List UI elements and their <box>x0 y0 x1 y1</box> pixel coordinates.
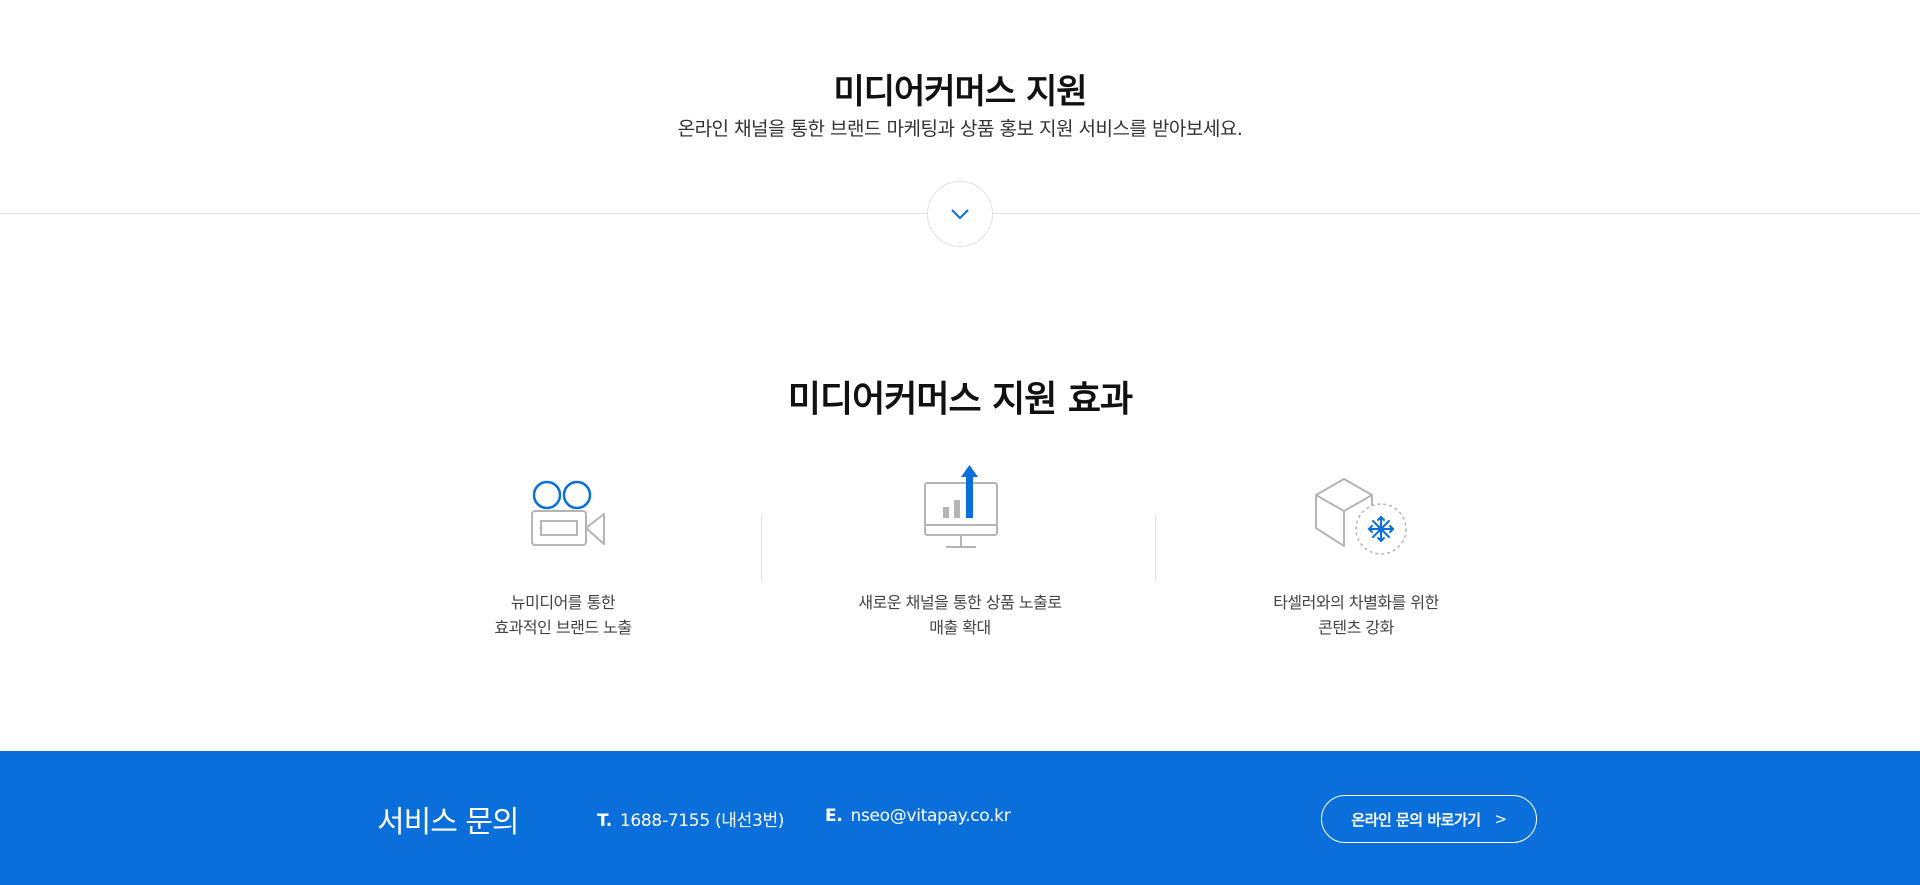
phone-value: 1688-7155 (내선3번) <box>619 811 785 831</box>
effect-caption-line1: 타셀러와의 차별화를 위한 <box>1273 593 1439 612</box>
footer-email: E. nseo@vitapay.co.kr <box>825 806 1011 826</box>
effect-caption-line1: 새로운 채널을 통한 상품 노출로 <box>858 593 1062 612</box>
effect-caption-line1: 뉴미디어를 통한 <box>510 593 616 612</box>
page-subtitle: 온라인 채널을 통한 브랜드 마케팅과 상품 홍보 지원 서비스를 받아보세요. <box>677 118 1243 140</box>
column-divider <box>1155 515 1156 581</box>
effect-item-content-enhancement: 타셀러와의 차별화를 위한 콘텐츠 강화 <box>1186 462 1526 640</box>
effects-title: 미디어커머스 지원 효과 <box>0 370 1920 422</box>
effect-caption: 타셀러와의 차별화를 위한 콘텐츠 강화 <box>1186 590 1526 640</box>
monitor-growth-chart-icon <box>924 465 998 548</box>
service-inquiry-footer: 서비스 문의 T. 1688-7155 (내선3번) E. nseo@vitapay… <box>0 751 1920 885</box>
scroll-down-button[interactable] <box>927 181 993 247</box>
page-title: 미디어커머스 지원 <box>833 72 1087 112</box>
box-differentiation-icon <box>1315 478 1407 555</box>
email-value[interactable]: nseo@vitapay.co.kr <box>850 806 1010 826</box>
chevron-down-icon <box>951 209 969 220</box>
video-camera-icon <box>531 480 605 546</box>
effect-caption: 새로운 채널을 통한 상품 노출로 매출 확대 <box>790 590 1130 640</box>
online-inquiry-button[interactable]: 온라인 문의 바로가기 > <box>1321 795 1537 843</box>
effect-item-brand-exposure: 뉴미디어를 통한 효과적인 브랜드 노출 <box>393 462 733 640</box>
footer-phone: T. 1688-7155 (내선3번) <box>597 806 784 831</box>
effect-caption: 뉴미디어를 통한 효과적인 브랜드 노출 <box>393 590 733 640</box>
effect-caption-line2: 매출 확대 <box>929 618 991 637</box>
column-divider <box>761 515 762 581</box>
chevron-right-icon: > <box>1494 810 1508 828</box>
footer-title: 서비스 문의 <box>377 805 520 840</box>
effect-caption-line2: 콘텐츠 강화 <box>1318 618 1394 637</box>
online-inquiry-button-label: 온라인 문의 바로가기 <box>1351 810 1481 829</box>
effect-caption-line2: 효과적인 브랜드 노출 <box>494 618 632 637</box>
effect-item-sales-expansion: 새로운 채널을 통한 상품 노출로 매출 확대 <box>790 462 1130 640</box>
effects-title-bold: 효과 <box>1067 379 1133 420</box>
effects-title-prefix: 미디어커머스 지원 <box>787 379 1057 420</box>
phone-label: T. <box>597 811 612 831</box>
email-label: E. <box>825 806 843 826</box>
